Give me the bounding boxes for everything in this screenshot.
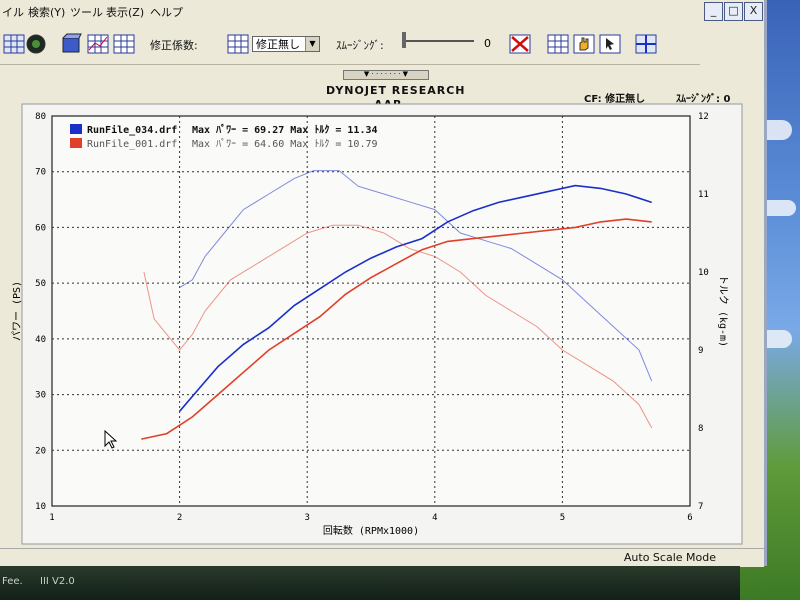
y2-axis-label: トルク (kg-m) [717,275,729,347]
y2-tick-label: 11 [698,190,709,200]
legend-swatch [70,138,82,148]
legend-name: RunFile_001.drf [87,139,177,150]
status-bar: Auto Scale Mode [0,548,764,567]
application-window: イル 検索(Y) ツール 表示(Z) ヘルプ _ □ X 修正係数: 修正無し [0,0,767,567]
y-tick-label: 30 [35,391,46,401]
x-tick-label: 1 [49,513,54,523]
y-tick-label: 80 [35,112,46,122]
mouse-cursor-icon [104,430,118,449]
x-tick-label: 6 [687,513,692,523]
plot-area [51,115,691,507]
status-mode: Auto Scale Mode [623,551,716,564]
taskbar: Fee. III V2.0 [0,566,740,600]
taskbar-item[interactable]: III V2.0 [40,576,75,587]
x-tick-label: 5 [560,513,565,523]
legend-summary: Max ﾊﾟﾜｰ = 69.27 Max ﾄﾙｸ = 11.34 [192,123,378,136]
y2-tick-label: 7 [698,502,703,512]
legend-summary: Max ﾊﾟﾜｰ = 64.60 Max ﾄﾙｸ = 10.79 [192,138,378,150]
y2-tick-label: 9 [698,346,703,356]
legend-swatch [70,124,82,134]
y2-tick-label: 12 [698,112,709,122]
y-tick-label: 60 [35,223,46,233]
y2-tick-label: 10 [698,268,709,278]
legend-name: RunFile_034.drf [87,124,177,136]
dyno-chart: 1 2 3 4 5 61020304050607080789101112回転数 (RPMx… [11,103,743,545]
y-tick-label: 40 [35,335,46,345]
y-axis-label: パワー (PS) [11,281,23,341]
y-tick-label: 10 [35,502,46,512]
taskbar-item[interactable]: Fee. [2,576,23,587]
x-axis-label: 回転数 (RPMx1000) [323,524,419,537]
x-tick-label: 3 [304,513,309,523]
y-tick-label: 70 [35,168,46,178]
y2-tick-label: 8 [698,424,703,434]
x-tick-label: 4 [432,513,437,523]
x-tick-label: 2 [177,513,182,523]
y-tick-label: 50 [35,279,46,289]
y-tick-label: 20 [35,446,46,456]
